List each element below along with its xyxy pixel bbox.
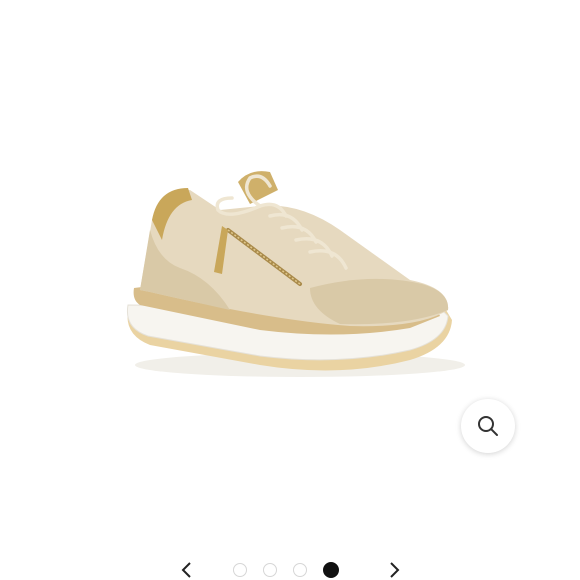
gallery-dot-2[interactable] bbox=[263, 563, 277, 577]
magnifier-icon bbox=[478, 416, 498, 436]
next-image-button[interactable] bbox=[385, 560, 405, 580]
chevron-left-icon bbox=[181, 562, 191, 578]
previous-image-button[interactable] bbox=[176, 560, 196, 580]
chevron-right-icon bbox=[390, 562, 400, 578]
zoom-button[interactable] bbox=[461, 399, 515, 453]
gallery-dot-4-active[interactable] bbox=[323, 562, 339, 578]
gallery-dot-1[interactable] bbox=[233, 563, 247, 577]
gallery-dot-3[interactable] bbox=[293, 563, 307, 577]
product-image-sneaker bbox=[126, 171, 465, 377]
product-image-gallery bbox=[0, 0, 580, 580]
gallery-pagination bbox=[233, 562, 339, 578]
